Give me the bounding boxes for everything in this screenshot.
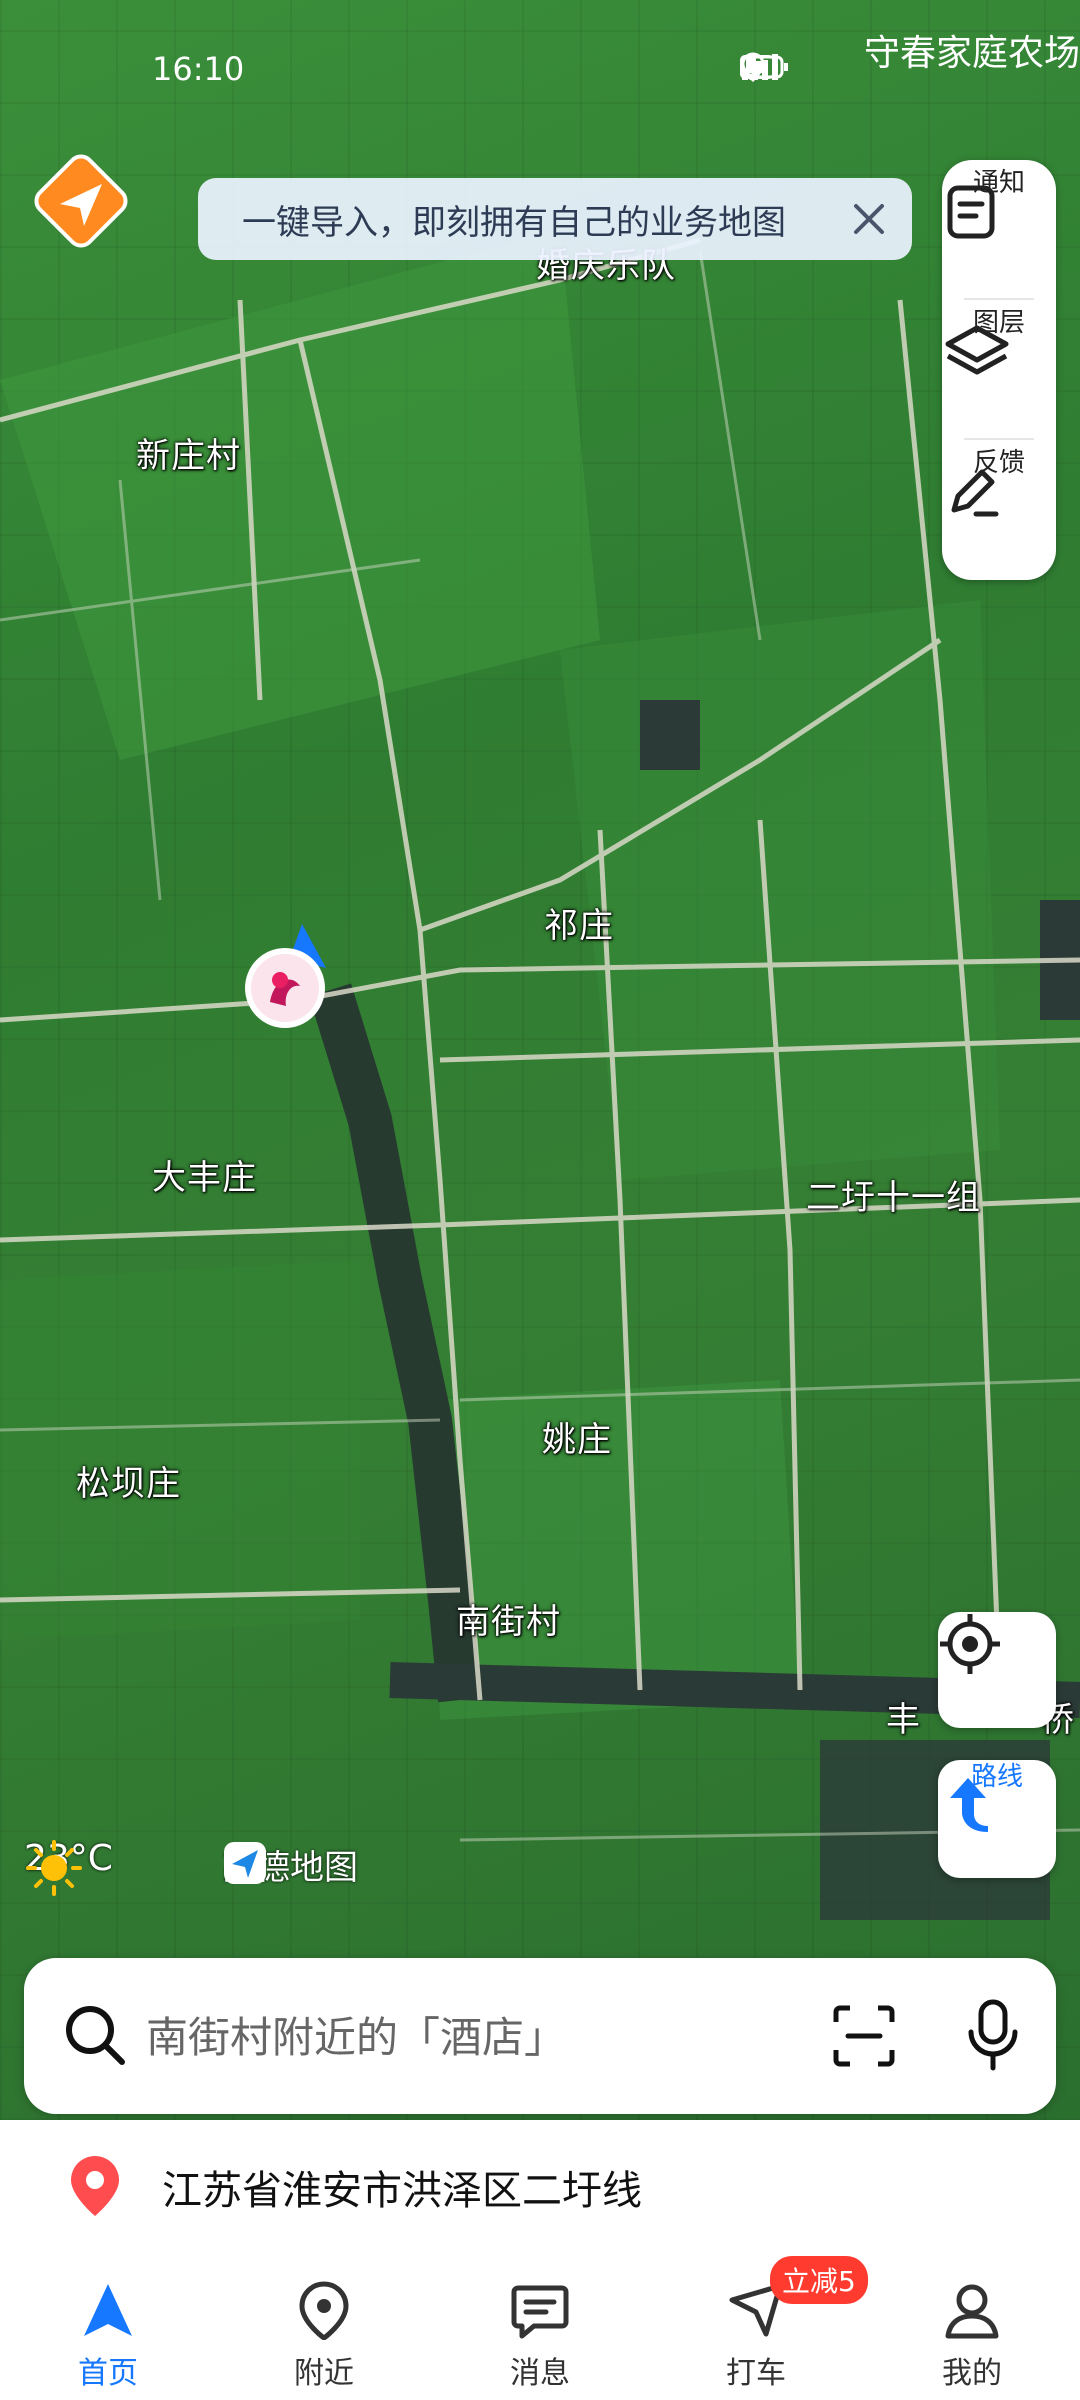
amap-brand: 高德地图 [222,1840,358,1889]
nav-taxi[interactable]: 打车 立减5 [648,2250,868,2400]
profile-icon [945,2284,999,2339]
search-bar[interactable] [24,1958,1056,2114]
banner-close-button[interactable] [844,194,894,244]
mic-icon[interactable] [966,1998,1020,2072]
current-location-marker[interactable] [240,922,330,1034]
route-arrow-icon [950,1778,988,1832]
amap-logo-icon [34,154,128,248]
nav-home-label: 首页 [78,2356,138,2391]
location-pin-icon [71,2156,119,2216]
search-input[interactable] [144,2004,798,2070]
weather-widget[interactable]: 23°C [24,1838,113,1896]
home-navigation-icon [84,2284,132,2336]
import-map-banner[interactable]: 一键导入，即刻拥有自己的业务地图 [198,178,912,260]
close-icon [854,204,884,234]
banner-text: 一键导入，即刻拥有自己的业务地图 [242,202,786,243]
nav-nearby-label: 附近 [294,2356,354,2391]
sun-icon [26,1840,82,1896]
nav-profile-label: 我的 [942,2356,1002,2391]
satellite-map[interactable]: 婚庆乐队 新庄村 祁庄 大丰庄 二圩十一组 姚庄 松坝庄 南街村 丰 桥 16:… [0,0,1080,2120]
map-label-songba[interactable]: 松坝庄 [76,1456,181,1505]
taxi-discount-badge: 立减5 [770,2256,868,2304]
nearby-pin-icon [299,2281,349,2342]
crosshair-locate-icon [940,1614,1000,1674]
nav-profile[interactable]: 我的 [864,2250,1080,2400]
map-label-qizhuang[interactable]: 祁庄 [544,898,614,947]
map-label-nanjie[interactable]: 南街村 [456,1594,561,1643]
scan-icon[interactable] [832,2004,896,2068]
layers-button[interactable]: 图层 [942,300,1056,430]
map-label-shouchun-farm[interactable]: 守春家庭农场 [864,24,1080,76]
bottom-navigation: 首页 附近 消息 打车 立减5 我的 [0,2250,1080,2400]
layers-icon [945,325,1009,375]
map-label-yaozhuang[interactable]: 姚庄 [542,1412,612,1461]
nav-messages[interactable]: 消息 [432,2250,648,2400]
map-label-xinzhuang[interactable]: 新庄村 [136,428,241,477]
map-roads [0,230,1080,1920]
amap-logo-button[interactable] [26,146,136,256]
nav-messages-label: 消息 [510,2356,570,2391]
notice-icon [947,185,995,239]
current-address-row[interactable]: 江苏省淮安市洪泽区二圩线 [0,2120,1080,2252]
route-button[interactable]: 路线 [938,1760,1056,1878]
search-icon [66,2006,125,2065]
map-tool-panel: 通知 图层 反馈 [942,160,1056,580]
nav-taxi-label: 打车 [726,2356,786,2391]
nav-nearby[interactable]: 附近 [216,2250,432,2400]
current-address-text: 江苏省淮安市洪泽区二圩线 [162,2168,642,2214]
map-label-erwei[interactable]: 二圩十一组 [806,1170,981,1219]
location-avatar-icon [245,924,326,1028]
notice-button[interactable]: 通知 [942,160,1056,290]
nav-home[interactable]: 首页 [0,2250,216,2400]
feedback-icon [951,469,999,517]
amap-brand-icon [224,1842,266,1884]
locate-me-button[interactable] [938,1612,1056,1728]
feedback-button[interactable]: 反馈 [942,440,1056,570]
map-label-dafeng[interactable]: 大丰庄 [152,1150,257,1199]
status-time: 16:10 [152,50,245,88]
map-label-feng[interactable]: 丰 [886,1692,921,1741]
message-icon [511,2285,569,2339]
